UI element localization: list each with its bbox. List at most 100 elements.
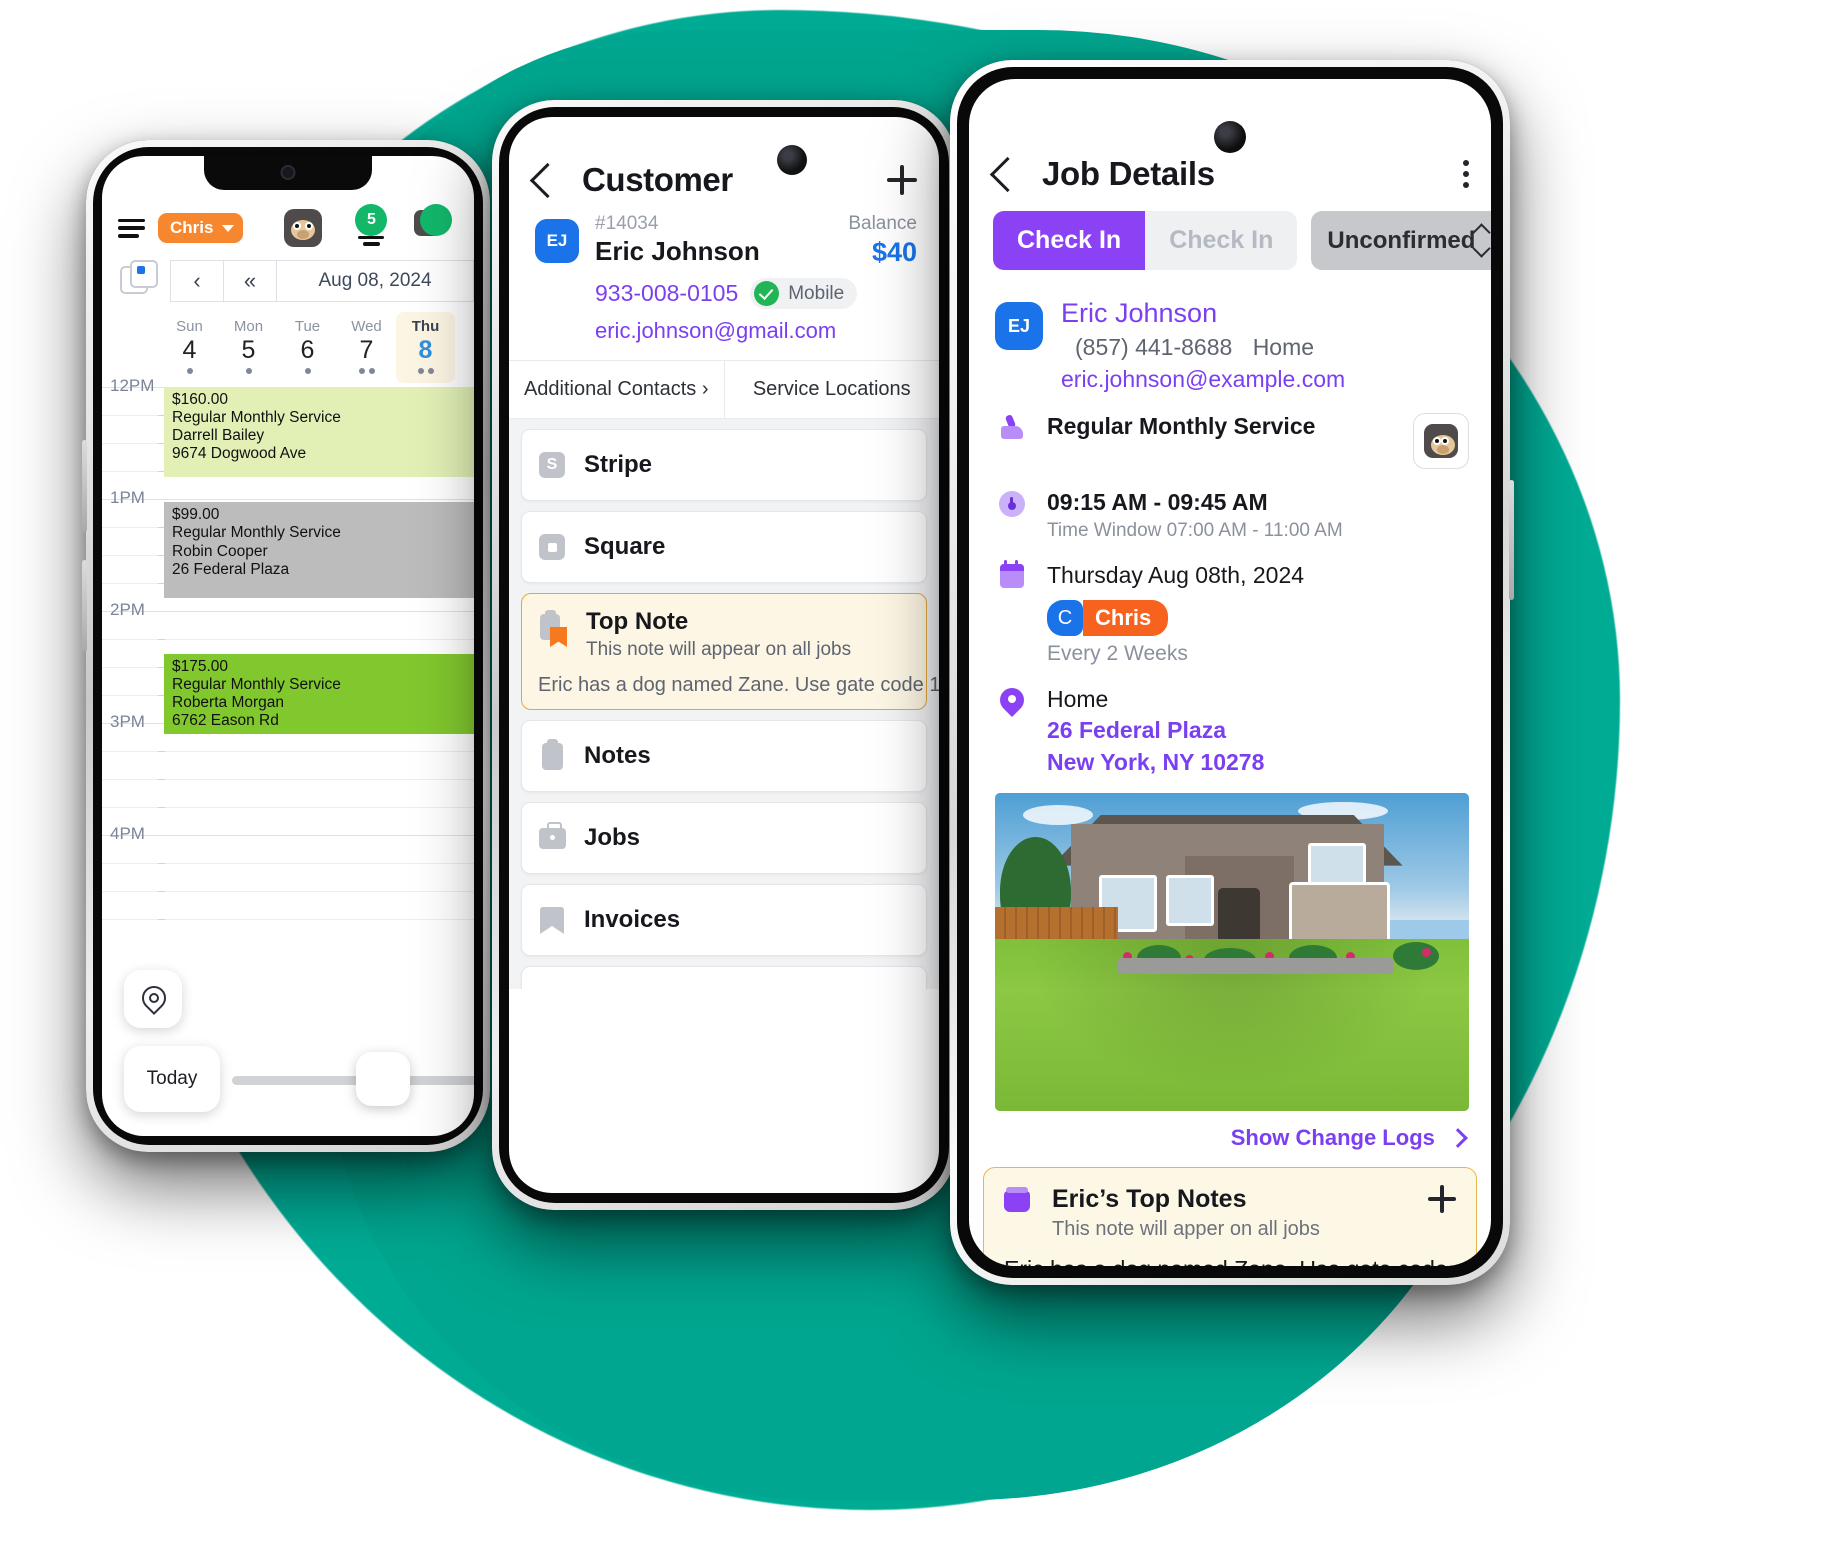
- top-note-title: Top Note: [586, 608, 689, 635]
- calendar-event[interactable]: $175.00 Regular Monthly Service Roberta Mo…: [164, 653, 474, 735]
- quarter-tick: [158, 779, 165, 780]
- add-note-icon[interactable]: [1428, 1184, 1456, 1213]
- top-note-card[interactable]: Top Note This note will appear on all jo…: [521, 593, 939, 710]
- stripe-icon: S: [538, 451, 566, 479]
- quarter-tick: [158, 863, 165, 864]
- phone-calendar: Chris 5 ‹ « Aug 08, 2024 Sun 4 Mon 5 Tue…: [82, 140, 490, 1152]
- check-in-secondary-button[interactable]: Check In: [1145, 211, 1298, 270]
- list-item-jobs[interactable]: Jobs: [521, 802, 927, 874]
- show-change-logs-label: Show Change Logs: [1230, 1124, 1435, 1150]
- page-title: Customer: [582, 161, 733, 198]
- calendar-event[interactable]: $160.00 Regular Monthly Service Darrell Ba…: [164, 387, 474, 477]
- back-chevron-icon[interactable]: [989, 156, 1026, 192]
- top-note-icon: [538, 610, 568, 648]
- day-number: 7: [359, 336, 374, 364]
- day-number: 4: [182, 336, 197, 364]
- poster-stage: Chris 5 ‹ « Aug 08, 2024 Sun 4 Mon 5 Tue…: [0, 0, 1838, 1560]
- quarter-tick: [158, 807, 165, 808]
- hour-line: [102, 835, 474, 836]
- briefcase-icon: [538, 821, 566, 852]
- event-service: Regular Monthly Service: [172, 524, 341, 542]
- check-in-button[interactable]: Check In: [993, 211, 1146, 270]
- house-lawn-photo[interactable]: [995, 792, 1469, 1111]
- email-address[interactable]: eric.johnson@gmail.com: [595, 318, 939, 344]
- slider-knob[interactable]: [356, 1052, 410, 1106]
- team-badge[interactable]: [414, 204, 456, 248]
- list-item-label: Square: [584, 533, 666, 560]
- phone-type-badge: Mobile: [750, 278, 858, 309]
- phone-job-details: Job Details Check In Check In Unconfirme…: [950, 60, 1514, 1285]
- day-name: Tue: [294, 318, 321, 335]
- clock-icon: [995, 489, 1029, 542]
- user-filter-label: Chris: [170, 218, 214, 237]
- zoom-slider[interactable]: [232, 1052, 474, 1106]
- hour-label: 2PM: [110, 600, 145, 619]
- current-date-label[interactable]: Aug 08, 2024: [277, 260, 474, 302]
- status-dropdown[interactable]: Unconfirmed: [1311, 211, 1491, 270]
- location-pin-icon: [142, 986, 164, 1012]
- day-indicator-dots: [160, 368, 219, 375]
- add-icon[interactable]: [887, 165, 917, 195]
- event-customer: Robin Cooper: [172, 542, 268, 560]
- locate-button[interactable]: [124, 970, 182, 1028]
- customer-sections: S Stripe Square Top Note This note will: [509, 419, 939, 989]
- location-row: Home 26 Federal Plaza New York, NY 10278: [995, 686, 1469, 777]
- top-notes-card[interactable]: Eric’s Top Notes This note will apper on…: [983, 1166, 1477, 1267]
- back-chevron-icon[interactable]: [529, 162, 566, 198]
- crew-avatar-button[interactable]: [1413, 413, 1469, 469]
- job-actions: Check In Check In Unconfirmed: [969, 193, 1491, 270]
- list-item-label: Jobs: [584, 824, 641, 851]
- calendar-event[interactable]: $99.00 Regular Monthly Service Robin Coope…: [164, 502, 474, 598]
- wrench-icon: [995, 413, 1029, 469]
- customer-name[interactable]: Eric Johnson: [1061, 298, 1345, 329]
- customer-header: Customer: [509, 117, 939, 199]
- notifications-badge[interactable]: 5: [351, 204, 391, 248]
- prev-week-button[interactable]: «: [223, 260, 277, 302]
- tab-service-locations[interactable]: Service Locations: [723, 361, 940, 418]
- top-notes-body: Eric has a dog named Zane. Use gate code…: [1004, 1256, 1456, 1267]
- event-service: Regular Monthly Service: [172, 675, 341, 693]
- top-notes-title: Eric’s Top Notes: [1052, 1184, 1247, 1213]
- list-item-square[interactable]: Square: [521, 511, 927, 583]
- badge-count: 5: [355, 204, 388, 236]
- customer-name: Eric Johnson: [595, 236, 760, 266]
- calendar-toolbar: ‹ « Aug 08, 2024: [102, 254, 474, 302]
- duplicate-icon[interactable]: [116, 260, 160, 302]
- user-filter-chip[interactable]: Chris: [158, 213, 244, 243]
- date-row: Thursday Aug 08th, 2024 C Chris Every 2 …: [995, 560, 1469, 666]
- address-line-2[interactable]: New York, NY 10278: [1047, 748, 1264, 777]
- day-cell-thu[interactable]: Thu 8: [396, 312, 455, 383]
- gorilla-avatar-icon[interactable]: [284, 209, 323, 247]
- day-cell-tue[interactable]: Tue 6: [278, 312, 337, 383]
- job-body: EJ Eric Johnson (857) 441-8688 Home eric…: [969, 270, 1491, 777]
- chevron-right-icon: [1448, 1127, 1468, 1148]
- estimates-icon: [538, 988, 566, 989]
- event-service: Regular Monthly Service: [172, 409, 341, 427]
- day-cell-sun[interactable]: Sun 4: [160, 312, 219, 383]
- hamburger-icon[interactable]: [118, 218, 145, 238]
- filter-icon: [358, 233, 385, 246]
- assignee-chip[interactable]: C Chris: [1047, 600, 1169, 636]
- day-indicator-dots: [337, 368, 396, 375]
- day-cell-mon[interactable]: Mon 5: [219, 312, 278, 383]
- show-change-logs-link[interactable]: Show Change Logs: [969, 1111, 1491, 1151]
- top-note-body: Eric has a dog named Zane. Use gate code…: [538, 674, 939, 696]
- prev-day-button[interactable]: ‹: [170, 260, 223, 302]
- calendar-icon: [995, 560, 1029, 666]
- list-item-invoices[interactable]: Invoices: [521, 884, 927, 956]
- tab-additional-contacts[interactable]: Additional Contacts ›: [509, 361, 724, 418]
- checkin-segmented: Check In Check In: [993, 211, 1298, 270]
- list-item-notes[interactable]: Notes: [521, 720, 927, 792]
- address-line-1[interactable]: 26 Federal Plaza: [1047, 716, 1264, 745]
- list-item-stripe[interactable]: S Stripe: [521, 429, 927, 501]
- slider-track: [232, 1076, 474, 1085]
- day-cell-wed[interactable]: Wed 7: [337, 312, 396, 383]
- day-name: Wed: [351, 318, 382, 335]
- list-item-estimates[interactable]: Estimates: [521, 966, 927, 989]
- customer-screen: Customer EJ #14034 Eric Johnson Balance …: [509, 117, 939, 1193]
- today-button[interactable]: Today: [124, 1046, 220, 1112]
- phone-number[interactable]: 933-008-0105: [595, 280, 738, 307]
- customer-phone[interactable]: (857) 441-8688 Home: [1061, 334, 1345, 361]
- kebab-menu-icon[interactable]: [1463, 160, 1469, 188]
- customer-email[interactable]: eric.johnson@example.com: [1061, 366, 1345, 393]
